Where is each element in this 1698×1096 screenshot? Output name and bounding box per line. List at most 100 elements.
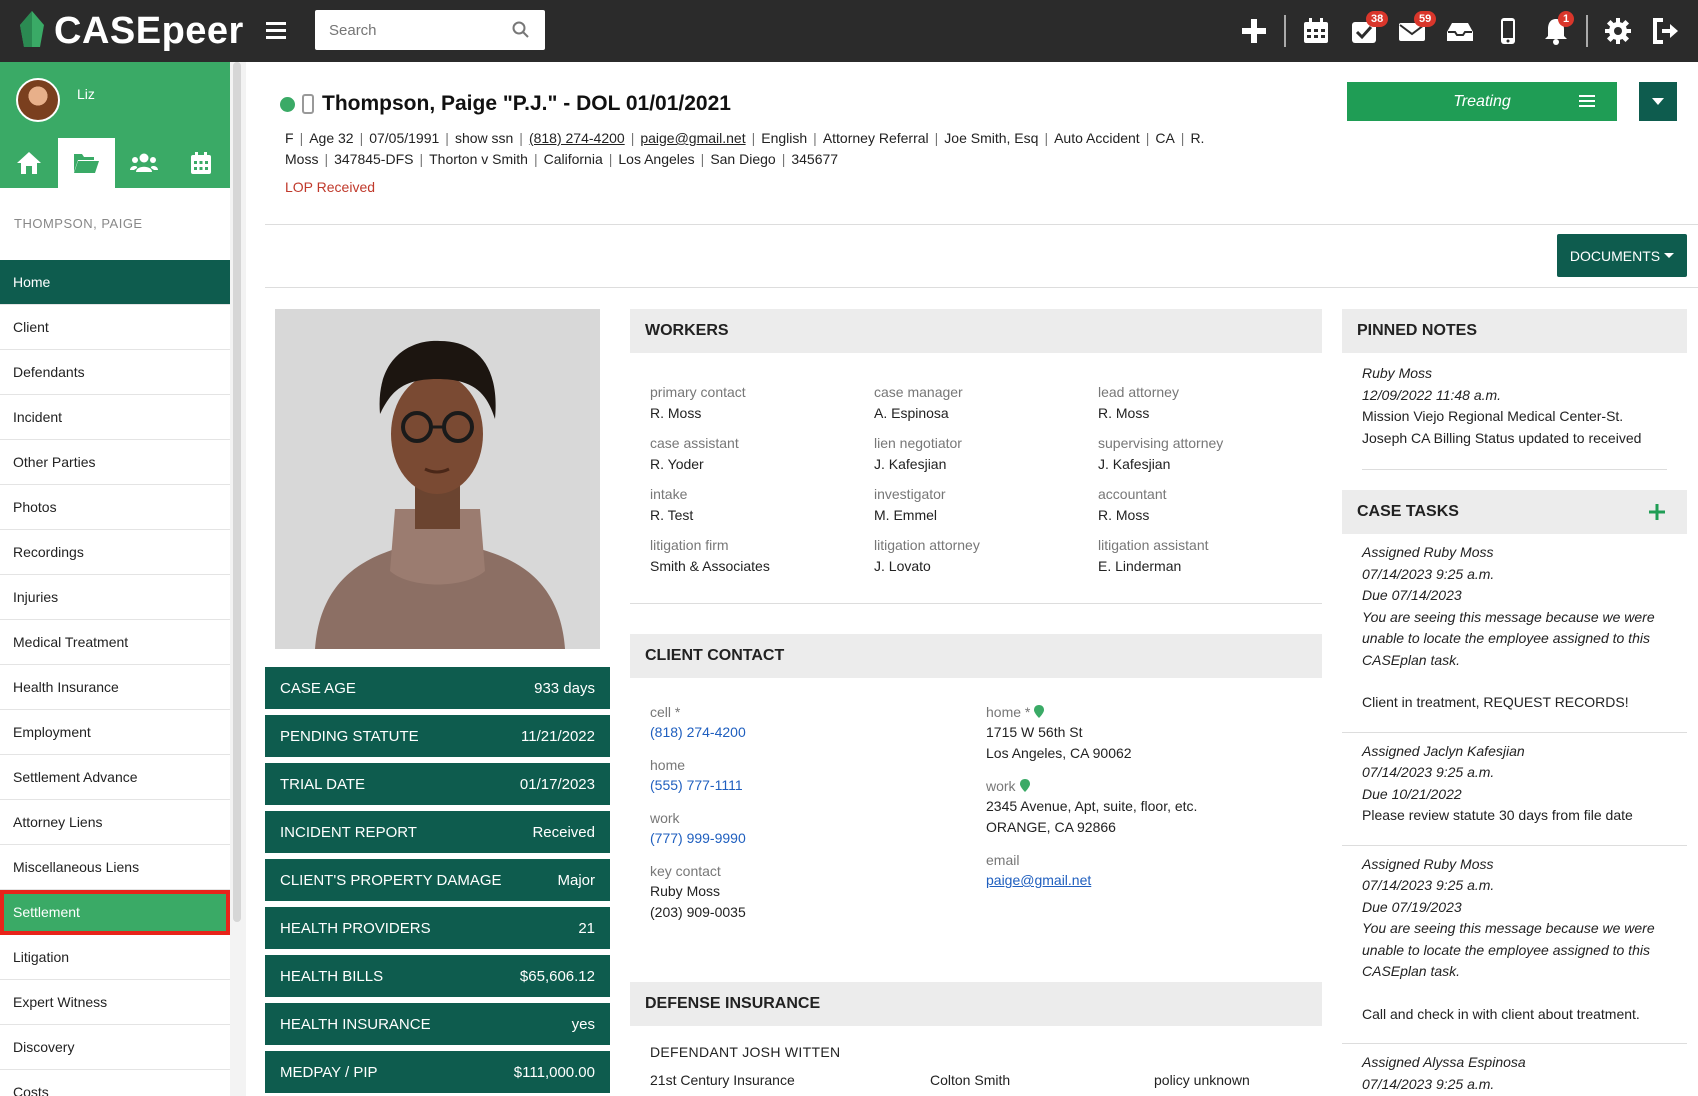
task-item[interactable]: Assigned Alyssa Espinosa 07/14/2023 9:25 …: [1342, 1044, 1687, 1096]
tasks-icon[interactable]: 38: [1340, 0, 1389, 62]
sidebar-item-settlement[interactable]: Settlement: [0, 890, 230, 935]
client-detail[interactable]: show ssn: [455, 130, 513, 146]
task-date: 07/14/2023 9:25 a.m.: [1362, 565, 1495, 582]
worker-name[interactable]: J. Kafesjian: [1098, 453, 1322, 475]
client-detail: San Diego: [710, 151, 776, 167]
detail-separator: |: [630, 130, 635, 146]
home-address-label: home *: [986, 704, 1031, 720]
top-bar: CASEpeer 38 59 1: [0, 0, 1698, 62]
sidebar-item-medical-treatment[interactable]: Medical Treatment: [0, 620, 230, 665]
sidebar: Liz THOMPSON, PAIGE Home Client Defendants…: [0, 62, 230, 1096]
worker-name[interactable]: Smith & Associates: [650, 555, 874, 577]
client-detail[interactable]: paige@gmail.net: [640, 130, 745, 146]
worker-role: litigation firm: [650, 537, 729, 553]
worker-name[interactable]: R. Yoder: [650, 453, 874, 475]
mobile-icon[interactable]: [1484, 0, 1532, 62]
home-address-line1: 1715 W 56th St: [986, 724, 1083, 740]
worker-name[interactable]: J. Lovato: [874, 555, 1098, 577]
worker-role: case assistant: [650, 435, 739, 451]
mail-icon[interactable]: 59: [1388, 0, 1437, 62]
calendar-tab[interactable]: [173, 138, 231, 188]
plus-icon[interactable]: [1230, 0, 1278, 62]
task-item[interactable]: Assigned Ruby Moss 07/14/2023 9:25 a.m. Du…: [1342, 534, 1687, 733]
worker-role: case manager: [874, 384, 963, 400]
sidebar-item-attorney-liens[interactable]: Attorney Liens: [0, 800, 230, 845]
sidebar-scrollbar[interactable]: [233, 62, 241, 922]
worker-name[interactable]: E. Linderman: [1098, 555, 1322, 577]
toolbar-divider: [1586, 15, 1588, 47]
search-icon[interactable]: [511, 20, 531, 40]
work-phone-link[interactable]: (777) 999-9990: [650, 828, 746, 849]
client-detail: 345677: [791, 151, 839, 167]
worker-name[interactable]: R. Moss: [1098, 402, 1322, 424]
calendar-icon[interactable]: [1292, 0, 1340, 62]
sidebar-item-health-insurance[interactable]: Health Insurance: [0, 665, 230, 710]
sidebar-item-settlement-advance[interactable]: Settlement Advance: [0, 755, 230, 800]
contacts-tab[interactable]: [115, 138, 173, 188]
pinned-note[interactable]: Ruby Moss 12/09/2022 11:48 a.m. Mission …: [1342, 353, 1687, 469]
inbox-icon[interactable]: [1436, 0, 1484, 62]
worker-name[interactable]: M. Emmel: [874, 504, 1098, 526]
hamburger-menu-icon[interactable]: [264, 18, 288, 42]
status-dot: [280, 96, 295, 112]
detail-separator: |: [700, 151, 705, 167]
cases-tab[interactable]: [57, 138, 115, 188]
worker-cell: primary contact R. Moss: [650, 383, 874, 424]
mobile-icon: [302, 94, 314, 114]
insurance-company[interactable]: 21st Century Insurance: [650, 1072, 930, 1088]
sidebar-item-miscellaneous-liens[interactable]: Miscellaneous Liens: [0, 845, 230, 890]
task-assignee: Assigned Jaclyn Kafesjian: [1362, 742, 1525, 759]
stat-value: $111,000.00: [513, 1063, 595, 1081]
sidebar-item-costs[interactable]: Costs: [0, 1070, 230, 1096]
sidebar-item-photos[interactable]: Photos: [0, 485, 230, 530]
sidebar-item-other-parties[interactable]: Other Parties: [0, 440, 230, 485]
status-dropdown-button[interactable]: [1639, 82, 1677, 121]
right-column: PINNED NOTES Ruby Moss 12/09/2022 11:48 …: [1342, 309, 1687, 1096]
worker-name[interactable]: R. Test: [650, 504, 874, 526]
detail-separator: |: [445, 130, 449, 146]
sidebar-item-defendants[interactable]: Defendants: [0, 350, 230, 395]
sidebar-item-discovery[interactable]: Discovery: [0, 1025, 230, 1070]
worker-cell: investigator M. Emmel: [874, 485, 1098, 526]
divider: [630, 603, 1322, 604]
cell-phone-link[interactable]: (818) 274-4200: [650, 722, 746, 743]
task-due: Due 07/14/2023: [1362, 587, 1462, 603]
stat-row: CLIENT'S PROPERTY DAMAGE Major: [265, 859, 610, 901]
stat-value: yes: [571, 1015, 595, 1033]
client-detail: Joe Smith, Esq: [944, 130, 1039, 146]
task-item[interactable]: Assigned Jaclyn Kafesjian 07/14/2023 9:25…: [1342, 733, 1687, 846]
home-tab[interactable]: [0, 138, 58, 188]
detail-separator: |: [519, 130, 523, 146]
sidebar-item-client[interactable]: Client: [0, 305, 230, 350]
bell-icon[interactable]: 1: [1532, 0, 1580, 62]
search-input[interactable]: [315, 10, 495, 50]
logout-icon[interactable]: [1642, 0, 1690, 62]
detail-separator: |: [934, 130, 939, 146]
task-item[interactable]: Assigned Ruby Moss 07/14/2023 9:25 a.m. Du…: [1342, 846, 1687, 1044]
worker-name[interactable]: R. Moss: [1098, 504, 1322, 526]
home-phone-link[interactable]: (555) 777-1111: [650, 775, 746, 796]
client-photo[interactable]: [275, 309, 600, 649]
logo[interactable]: CASEpeer: [18, 8, 244, 54]
client-detail[interactable]: (818) 274-4200: [529, 130, 625, 146]
avatar[interactable]: [16, 78, 60, 122]
worker-name[interactable]: R. Moss: [650, 402, 874, 424]
documents-button[interactable]: DOCUMENTS: [1557, 234, 1687, 277]
sidebar-item-employment[interactable]: Employment: [0, 710, 230, 755]
sidebar-item-home[interactable]: Home: [0, 260, 230, 305]
sidebar-item-recordings[interactable]: Recordings: [0, 530, 230, 575]
status-button[interactable]: Treating: [1347, 82, 1617, 121]
sidebar-item-expert-witness[interactable]: Expert Witness: [0, 980, 230, 1025]
sidebar-item-injuries[interactable]: Injuries: [0, 575, 230, 620]
sidebar-item-litigation[interactable]: Litigation: [0, 935, 230, 980]
worker-name[interactable]: A. Espinosa: [874, 402, 1098, 424]
worker-name[interactable]: J. Kafesjian: [874, 453, 1098, 475]
sidebar-item-incident[interactable]: Incident: [0, 395, 230, 440]
add-task-icon[interactable]: [1647, 502, 1667, 522]
gear-icon[interactable]: [1594, 0, 1642, 62]
map-pin-icon[interactable]: [1019, 779, 1030, 792]
task-assignee: Assigned Ruby Moss: [1362, 855, 1494, 872]
email-link[interactable]: paige@gmail.net: [986, 870, 1197, 891]
stat-value: 01/17/2023: [519, 775, 595, 793]
map-pin-icon[interactable]: [1034, 705, 1045, 718]
